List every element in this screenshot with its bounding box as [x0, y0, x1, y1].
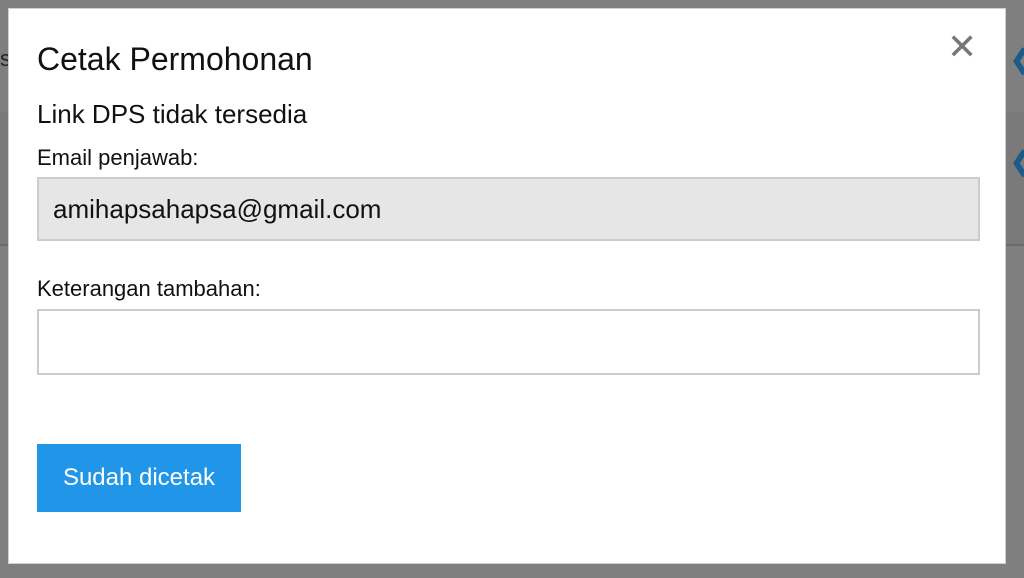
dps-status-text: Link DPS tidak tersedia	[37, 99, 308, 129]
close-icon[interactable]: ✕	[947, 30, 977, 66]
dialog-title: Cetak Permohonan	[37, 41, 313, 77]
already-printed-button[interactable]: Sudah dicetak	[37, 444, 241, 512]
print-request-dialog: Cetak Permohonan ✕ Link DPS tidak tersed…	[8, 8, 1006, 564]
email-label: Email penjawab:	[37, 145, 199, 170]
additional-note-input[interactable]	[37, 309, 980, 375]
chevron-left-icon: ❮	[1010, 148, 1024, 174]
chevron-left-icon: ❮	[1010, 46, 1024, 72]
email-field: amihapsahapsa@gmail.com	[37, 177, 980, 241]
additional-note-label: Keterangan tambahan:	[37, 276, 261, 301]
